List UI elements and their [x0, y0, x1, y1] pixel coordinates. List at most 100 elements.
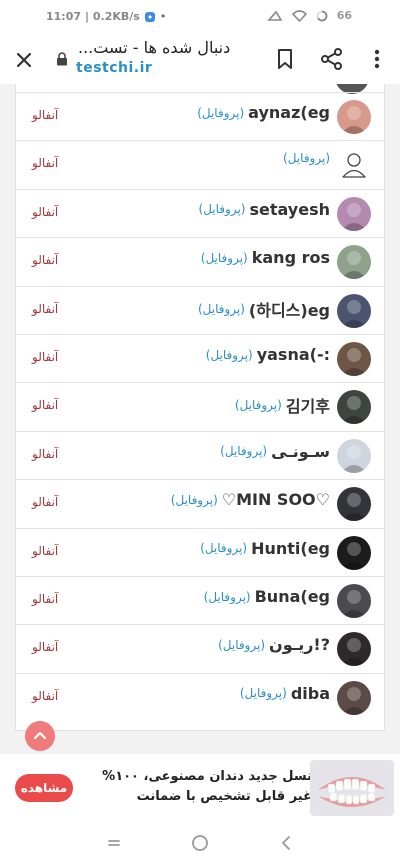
no-sim-icon — [266, 10, 283, 21]
list-item: آنفالو (پروفایل) — [16, 140, 386, 188]
user-name[interactable]: aynaz(eg — [248, 103, 330, 122]
unfollow-button[interactable]: آنفالو — [32, 592, 58, 606]
profile-link[interactable]: (پروفایل) — [235, 398, 282, 412]
profile-link[interactable]: (پروفایل) — [201, 251, 248, 265]
user-name-group: (پروفایل) — [283, 151, 330, 165]
list-item: آنفالو (پروفایل) ♡MIN SOO♡ — [16, 479, 386, 527]
ad-view-button[interactable]: مشاهده — [15, 774, 73, 802]
unfollow-button[interactable]: آنفالو — [32, 253, 58, 267]
ad-banner[interactable]: مشاهده نسل جدید دندان مصنوعی، ۱۰۰% غیر ق… — [0, 754, 400, 820]
unfollow-button[interactable]: آنفالو — [32, 544, 58, 558]
avatar[interactable] — [337, 487, 371, 522]
unfollow-button[interactable]: آنفالو — [32, 689, 58, 703]
share-icon[interactable] — [319, 46, 345, 72]
unfollow-button[interactable]: آنفالو — [32, 302, 58, 316]
user-name-group: (پروفایل) ریـون!? — [218, 635, 330, 654]
user-name[interactable]: setayesh — [249, 200, 330, 219]
profile-link[interactable]: (پروفایل) — [220, 444, 267, 458]
profile-link[interactable]: (پروفایل) — [199, 202, 246, 216]
user-name[interactable]: kang ros — [252, 248, 330, 267]
list-item: آنفالو (پروفایل) diba — [16, 672, 386, 721]
user-name-group: (پروفایل) 김기후 — [235, 393, 330, 417]
page-title: دنبال شده ها - تست... — [78, 38, 231, 57]
user-name[interactable]: yasna(-: — [257, 345, 330, 364]
profile-link[interactable]: (پروفایل) — [240, 686, 287, 700]
user-name[interactable]: diba — [291, 684, 330, 703]
user-name-group: (پروفایل) yasna(-: — [206, 345, 330, 364]
profile-link[interactable]: (پروفایل) — [218, 638, 265, 652]
list-item: آنفالو (پروفایل) ریـون!? — [16, 624, 386, 672]
profile-link[interactable]: (پروفایل) — [197, 106, 244, 120]
status-right: 66 — [266, 9, 352, 22]
user-name[interactable]: سـونـی — [271, 442, 330, 461]
list-item: آنفالو (پروفایل) (하디스)eg — [16, 285, 386, 334]
user-name-group: (پروفایل) (하디스)eg — [198, 297, 330, 321]
unfollow-button[interactable]: آنفالو — [32, 640, 58, 654]
avatar[interactable] — [337, 680, 371, 715]
app-notification-icon — [144, 11, 155, 22]
profile-link[interactable]: (پروفایل) — [204, 590, 251, 604]
status-left: 11:07 | 0.2KB/s • — [46, 10, 166, 23]
following-list-area[interactable]: آنفالو (پروفایل) aynaz(eg آنفالو (پروفایل) آن… — [0, 84, 400, 752]
user-name[interactable]: ریـون!? — [269, 635, 330, 654]
unfollow-button[interactable]: آنفالو — [32, 156, 58, 170]
bookmark-icon[interactable] — [272, 46, 298, 72]
unfollow-button[interactable]: آنفالو — [32, 398, 58, 412]
avatar[interactable] — [337, 100, 371, 134]
list-item: آنفالو (پروفایل) 김기후 — [16, 382, 386, 430]
user-name-group: (پروفایل) aynaz(eg — [197, 103, 330, 122]
user-name[interactable]: ♡MIN SOO♡ — [222, 490, 330, 509]
user-name-group: (پروفایل) سـونـی — [220, 442, 330, 461]
scroll-top-button[interactable] — [25, 721, 55, 751]
list-item: آنفالو (پروفایل) setayesh — [16, 188, 386, 237]
avatar[interactable] — [337, 535, 371, 570]
notification-dot-icon: • — [159, 10, 167, 23]
user-name[interactable]: Hunti(eg — [251, 539, 330, 558]
following-list: آنفالو (پروفایل) aynaz(eg آنفالو (پروفایل) آن… — [15, 84, 386, 731]
user-name-group: (پروفایل) Buna(eg — [204, 587, 330, 606]
lock-icon — [57, 52, 67, 66]
avatar[interactable] — [337, 584, 371, 618]
unfollow-button[interactable]: آنفالو — [32, 447, 58, 461]
more-vert-icon[interactable] — [364, 46, 390, 72]
default-avatar-icon[interactable] — [337, 148, 371, 182]
user-name-group: (پروفایل) ♡MIN SOO♡ — [171, 490, 330, 509]
profile-link[interactable]: (پروفایل) — [206, 348, 253, 362]
unfollow-button[interactable]: آنفالو — [32, 350, 58, 364]
profile-link[interactable]: (پروفایل) — [198, 302, 245, 316]
list-item: آنفالو (پروفایل) Buna(eg — [16, 576, 386, 624]
chevron-up-icon — [33, 731, 47, 740]
close-icon[interactable] — [10, 46, 38, 74]
user-name[interactable]: (하디스)eg — [249, 297, 330, 321]
user-name-group: (پروفایل) Hunti(eg — [200, 539, 330, 558]
back-icon[interactable] — [278, 834, 296, 852]
user-name-group: (پروفایل) kang ros — [201, 248, 330, 267]
unfollow-button[interactable]: آنفالو — [32, 108, 58, 122]
recents-icon[interactable] — [106, 835, 122, 851]
list-item: آنفالو (پروفایل) سـونـی — [16, 430, 386, 479]
unfollow-button[interactable]: آنفالو — [32, 495, 58, 509]
avatar[interactable] — [337, 438, 371, 473]
list-item: آنفالو (پروفایل) kang ros — [16, 237, 386, 285]
avatar[interactable] — [337, 196, 371, 231]
user-name[interactable]: Buna(eg — [255, 587, 330, 606]
avatar[interactable] — [337, 632, 371, 667]
unfollow-button[interactable]: آنفالو — [32, 205, 58, 219]
list-item: آنفالو (پروفایل) yasna(-: — [16, 334, 386, 382]
profile-link[interactable]: (پروفایل) — [171, 493, 218, 507]
profile-link[interactable]: (پروفایل) — [200, 541, 247, 555]
list-item: آنفالو (پروفایل) aynaz(eg — [16, 92, 386, 140]
ad-denture-image[interactable] — [310, 760, 394, 816]
profile-link[interactable]: (پروفایل) — [283, 151, 330, 165]
battery-ring-icon — [316, 10, 328, 21]
avatar[interactable] — [337, 293, 371, 328]
home-icon[interactable] — [190, 833, 210, 853]
user-name[interactable]: 김기후 — [286, 393, 330, 417]
avatar[interactable] — [337, 342, 371, 376]
page-url[interactable]: testchi.ir — [76, 60, 152, 76]
ad-text[interactable]: نسل جدید دندان مصنوعی، ۱۰۰% غیر قابل تشخ… — [82, 767, 312, 807]
list-item: آنفالو (پروفایل) Hunti(eg — [16, 527, 386, 576]
avatar[interactable] — [337, 390, 371, 425]
status-time: 11:07 — [46, 10, 82, 23]
avatar[interactable] — [337, 245, 371, 280]
